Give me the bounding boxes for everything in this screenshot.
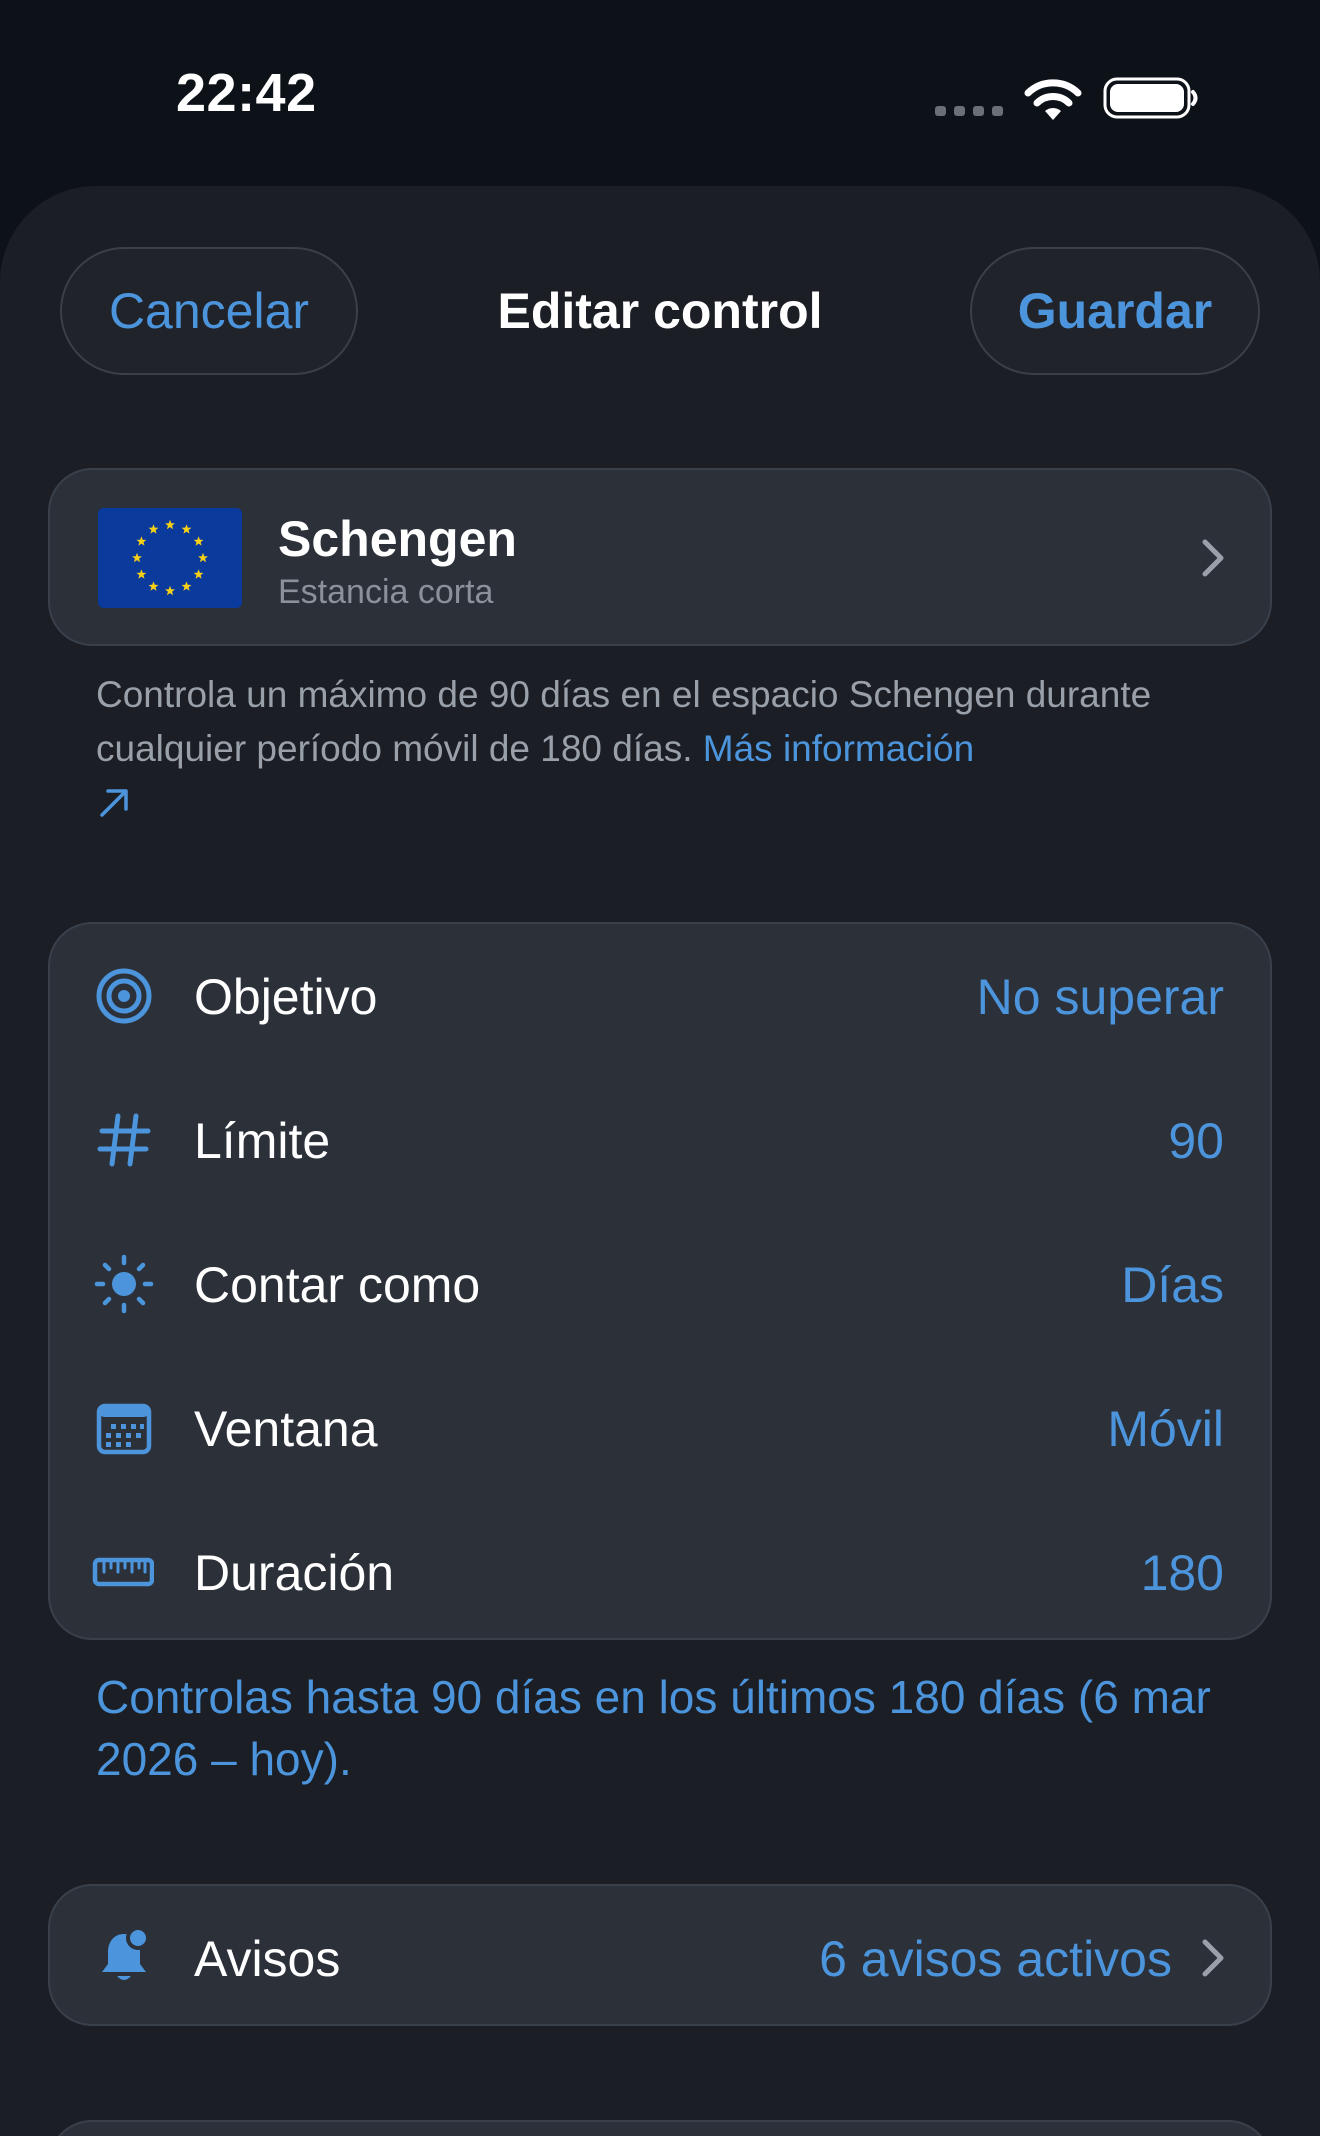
alerts-label: Avisos bbox=[194, 1931, 341, 1987]
rule-selector[interactable]: Schengen Estancia corta bbox=[48, 468, 1272, 646]
setting-value: 180 bbox=[1140, 1545, 1224, 1601]
setting-row-duracion[interactable]: Duración 180 bbox=[50, 1500, 1270, 1644]
setting-row-ventana[interactable]: Ventana Móvil bbox=[50, 1356, 1270, 1500]
setting-value: Móvil bbox=[1107, 1401, 1224, 1457]
window-summary: Controlas hasta 90 días en los últimos 1… bbox=[96, 1671, 1211, 1785]
more-info-label[interactable]: Más información bbox=[703, 728, 974, 769]
bell-badge-icon bbox=[102, 1926, 150, 1980]
cancel-button[interactable]: Cancelar bbox=[60, 247, 358, 375]
rule-title: Schengen bbox=[278, 511, 517, 567]
alerts-row[interactable]: Avisos 6 avisos activos bbox=[48, 1884, 1272, 2026]
status-bar: 22:42 bbox=[0, 0, 1320, 190]
setting-row-contar-como[interactable]: Contar como Días bbox=[50, 1212, 1270, 1356]
sun-icon bbox=[94, 1254, 154, 1314]
ruler-icon bbox=[92, 1557, 154, 1587]
rule-description-text: Controla un máximo de 90 días en el espa… bbox=[96, 674, 1152, 769]
status-time: 22:42 bbox=[176, 63, 317, 123]
alerts-value: 6 avisos activos bbox=[819, 1931, 1172, 1987]
setting-label: Duración bbox=[194, 1545, 395, 1601]
next-section-card bbox=[48, 2120, 1272, 2136]
battery-icon bbox=[1103, 77, 1198, 119]
cellular-signal-icon bbox=[935, 106, 1003, 116]
save-button[interactable]: Guardar bbox=[970, 247, 1260, 375]
setting-label: Contar como bbox=[194, 1257, 481, 1313]
setting-label: Límite bbox=[194, 1113, 331, 1169]
calendar-icon bbox=[96, 1403, 152, 1455]
wifi-icon bbox=[1024, 79, 1082, 120]
eu-flag-icon bbox=[98, 508, 242, 608]
rule-subtitle: Estancia corta bbox=[278, 573, 494, 611]
target-icon bbox=[96, 968, 152, 1024]
page-title: Editar control bbox=[497, 283, 823, 339]
chevron-right-icon bbox=[1202, 539, 1224, 577]
setting-value: 90 bbox=[1168, 1113, 1224, 1169]
setting-label: Objetivo bbox=[194, 969, 378, 1025]
screen: 22:42 Cancelar Editar control Guardar Sc… bbox=[0, 0, 1320, 2136]
setting-value: No superar bbox=[976, 969, 1224, 1025]
setting-value: Días bbox=[1121, 1257, 1224, 1313]
setting-row-objetivo[interactable]: Objetivo No superar bbox=[50, 924, 1270, 1068]
hash-icon bbox=[97, 1113, 151, 1167]
setting-row-limite[interactable]: Límite 90 bbox=[50, 1068, 1270, 1212]
external-link-icon[interactable] bbox=[96, 785, 132, 821]
settings-card: Objetivo No superar Límite 90 Contar com… bbox=[48, 922, 1272, 1640]
rule-description: Controla un máximo de 90 días en el espa… bbox=[96, 668, 1236, 830]
setting-label: Ventana bbox=[194, 1401, 378, 1457]
chevron-right-icon bbox=[1202, 1939, 1224, 1977]
